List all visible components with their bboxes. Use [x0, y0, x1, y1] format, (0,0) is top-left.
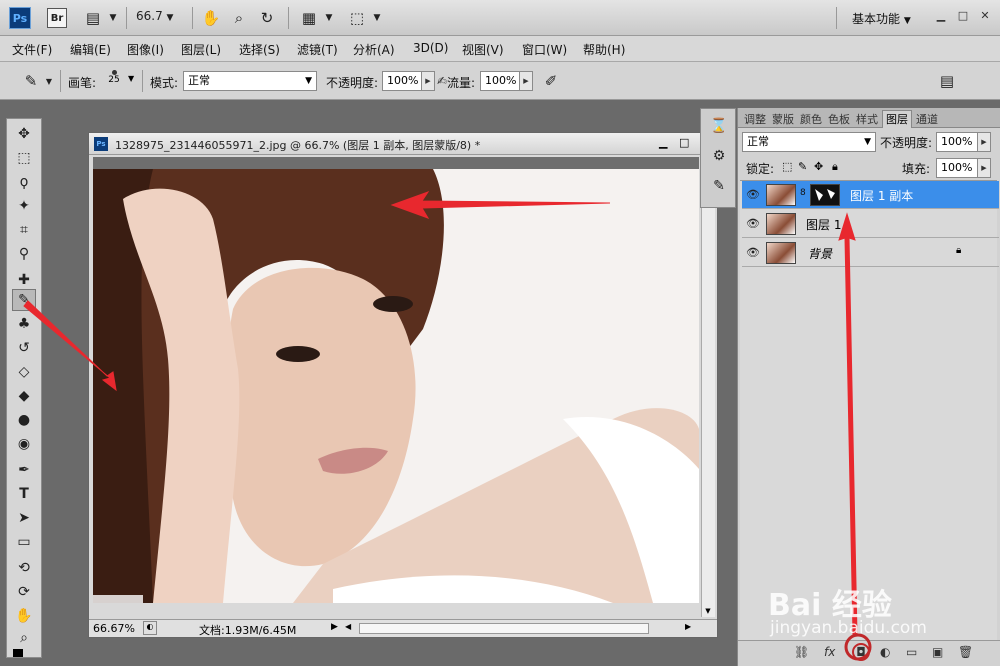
- annotation-arrows: [23, 191, 872, 661]
- red-arrows: [23, 191, 858, 636]
- watermark-url: jingyan.baidu.com: [770, 618, 927, 638]
